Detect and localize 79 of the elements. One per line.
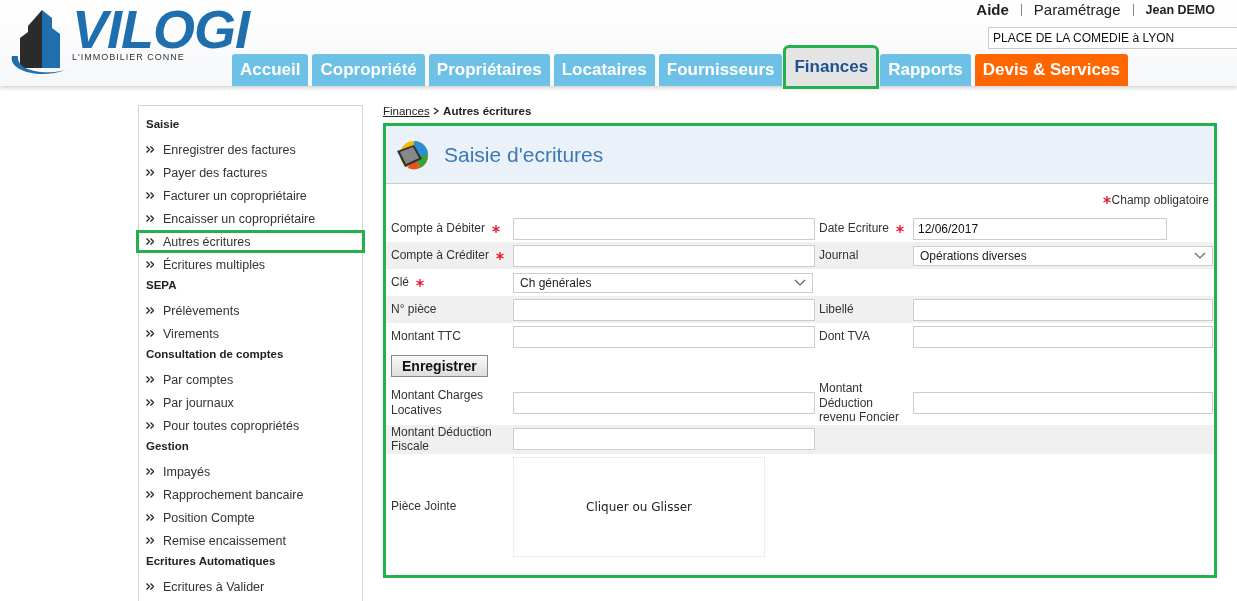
double-chevron-icon [146, 238, 154, 245]
dropdown[interactable]: Opérations diverses [913, 245, 1213, 266]
breadcrumb-link[interactable]: Finances [383, 105, 430, 117]
field-label: N° pièce [391, 302, 437, 317]
input-field[interactable] [913, 325, 1213, 348]
field-label: Dont TVA [819, 329, 870, 344]
field-label: Montant Déduction Fiscale [391, 424, 493, 454]
address-field[interactable]: PLACE DE LA COMEDIE à LYON [988, 27, 1237, 49]
field-label: Montant Charges Locatives [391, 388, 485, 418]
sidebar-heading: Saisie [145, 117, 181, 132]
input-field[interactable] [513, 217, 815, 240]
input-field[interactable] [913, 298, 1213, 321]
sidebar-item[interactable]: Facturer un copropriétaire [139, 184, 362, 207]
sidebar-item[interactable]: Prélèvements [139, 299, 362, 322]
field-label: Compte à Créditer [391, 248, 490, 263]
header-link[interactable]: Aide [964, 4, 1021, 16]
input-field[interactable] [513, 428, 815, 450]
double-chevron-icon [146, 491, 154, 498]
breadcrumb-current: Autres écritures [443, 105, 532, 117]
sidebar-item[interactable]: Impayés [139, 460, 362, 483]
double-chevron-icon [146, 146, 154, 153]
logo-wordmark: VILOGI [72, 6, 249, 52]
breadcrumb-separator-icon [432, 105, 440, 117]
header-link[interactable]: Jean DEMO [1132, 4, 1227, 16]
date-field[interactable]: 12/06/2017 [913, 217, 1167, 240]
sidebar-item[interactable]: Remise encaissement [139, 529, 362, 552]
input-field[interactable] [513, 391, 815, 414]
chevron-down-icon [794, 279, 806, 286]
field-label: Journal [819, 248, 859, 263]
save-button[interactable]: Enregistrer [391, 355, 488, 377]
double-chevron-icon [146, 307, 154, 314]
double-chevron-icon [146, 468, 154, 475]
required-icon [1102, 196, 1111, 204]
double-chevron-icon [146, 376, 154, 383]
double-chevron-icon [146, 537, 154, 544]
field-label: Compte à Débiter [391, 221, 486, 236]
logo-tagline: L'IMMOBILIER CONNE [72, 52, 185, 62]
file-dropzone[interactable]: Cliquer ou Glisser [513, 456, 765, 557]
double-chevron-icon [146, 422, 154, 429]
sidebar-item[interactable]: Position Compte [139, 506, 362, 529]
sidebar-item[interactable]: Par journaux [139, 391, 362, 414]
field-label: Clé [391, 275, 409, 290]
double-chevron-icon [146, 583, 154, 590]
field-label: Pièce Jointe [391, 499, 457, 514]
sidebar-item[interactable]: Enregistrer des factures [139, 138, 362, 161]
sidebar-heading: Gestion [145, 439, 190, 454]
panel-title: Saisie d'ecritures [444, 142, 604, 167]
sidebar-item[interactable]: Autres écritures [136, 230, 365, 253]
field-label: Date Ecriture [819, 221, 890, 236]
field-label: Montant TTC [391, 329, 461, 344]
input-field[interactable] [913, 391, 1213, 414]
double-chevron-icon [146, 514, 154, 521]
input-field[interactable] [513, 298, 815, 321]
sidebar-item[interactable]: Pour toutes copropriétés [139, 414, 362, 437]
input-field[interactable] [513, 244, 815, 267]
chevron-down-icon [1194, 252, 1206, 259]
sidebar-heading: Consultation de comptes [145, 347, 285, 362]
sidebar-item[interactable]: Encaisser un copropriétaire [139, 207, 362, 230]
double-chevron-icon [146, 215, 154, 222]
header-link[interactable]: Paramétrage [1020, 4, 1133, 16]
nav-tab[interactable]: Finances [786, 48, 877, 86]
input-field[interactable] [513, 325, 815, 348]
dropdown[interactable]: Ch générales [513, 272, 813, 293]
field-label: Montant Déduction revenu Foncier [819, 381, 901, 425]
double-chevron-icon [146, 261, 154, 268]
sidebar-heading: SEPA [145, 278, 178, 293]
field-label: Libellé [819, 302, 854, 317]
double-chevron-icon [146, 330, 154, 337]
required-note: Champ obligatoire [1111, 193, 1209, 207]
sidebar-item[interactable]: Rapprochement bancaire [139, 483, 362, 506]
sidebar-item[interactable]: Virements [139, 322, 362, 345]
double-chevron-icon [146, 169, 154, 176]
sidebar-item[interactable]: Payer des factures [139, 161, 362, 184]
double-chevron-icon [146, 399, 154, 406]
sidebar-heading: Ecritures Automatiques [145, 554, 277, 569]
double-chevron-icon [146, 192, 154, 199]
sidebar-item[interactable]: Par comptes [139, 368, 362, 391]
sidebar-item[interactable]: Écritures multiples [139, 253, 362, 276]
sidebar-item[interactable]: Ecritures à Valider [139, 575, 362, 598]
